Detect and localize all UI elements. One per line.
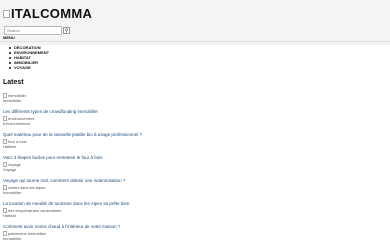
article-image-alt: four à bois (8, 138, 27, 144)
article-category[interactable]: Voyage (3, 167, 125, 172)
broken-image-icon (3, 207, 7, 213)
article-image-alt: environnement (8, 115, 35, 121)
broken-image-icon (3, 138, 7, 144)
article-image-alt: patrimoine immobilier (8, 230, 47, 236)
article-card: patrimoine immobilier Immobilier (3, 230, 46, 241)
broken-image-icon (3, 184, 7, 190)
article-category[interactable]: Immobilier (3, 190, 129, 195)
article-category[interactable]: Immobilier (3, 236, 46, 241)
article-category[interactable]: Environnement (3, 121, 142, 126)
article-title[interactable]: Voici 3 étapes faciles pour entretenir l… (3, 155, 103, 160)
article-image-alt: des températures caniculaires (8, 207, 62, 213)
menu-divider (0, 41, 390, 42)
article-card: des températures caniculaires Habitat Co… (3, 207, 120, 229)
search-button[interactable]: ⚲ (63, 27, 70, 34)
menu-toggle[interactable]: MENU (3, 35, 15, 40)
broken-image-icon (3, 9, 10, 18)
broken-image-icon (3, 92, 7, 98)
broken-image-icon (3, 115, 7, 121)
broken-image-icon (3, 161, 7, 167)
article-title[interactable]: Voyage qui tourne mal, comment obtenir u… (3, 178, 125, 183)
article-card: voyage Voyage Voyage qui tourne mal, com… (3, 161, 125, 183)
article-card: four à bois Habitat Voici 3 étapes facil… (3, 138, 103, 160)
search-form: ⚲ (4, 26, 70, 35)
article-category[interactable]: Immobilier (3, 98, 98, 103)
article-title[interactable]: Les différents types de crowdfunding imm… (3, 109, 98, 114)
article-category[interactable]: Habitat (3, 213, 120, 218)
article-card: environnement Environnement Quel matéria… (3, 115, 142, 137)
nav-item-voyage[interactable]: VOYAGE (9, 65, 49, 70)
menu-bar: MENU (0, 35, 390, 42)
search-input[interactable] (4, 26, 62, 35)
broken-image-icon (3, 230, 7, 236)
article-category[interactable]: Habitat (3, 144, 103, 149)
article-card: immobilier Immobilier Les différents typ… (3, 92, 98, 114)
article-card: chalet dans les alpes Immobilier La loca… (3, 184, 129, 206)
article-title[interactable]: Quel matériau pour de la vaisselle jetab… (3, 132, 142, 137)
site-logo[interactable]: ITALCOMMA (3, 6, 92, 21)
main-nav: DÉCORATION ENVIRONNEMENT HABITAT IMMOBIL… (9, 45, 49, 70)
section-heading: Latest (3, 79, 24, 86)
article-image-alt: immobilier (8, 92, 27, 98)
site-logo-text: ITALCOMMA (11, 6, 93, 21)
search-icon: ⚲ (64, 27, 69, 34)
article-title[interactable]: Comment avoir moins chaud à l'intérieur … (3, 224, 120, 229)
article-image-alt: voyage (8, 161, 21, 167)
article-image-alt: chalet dans les alpes (8, 184, 46, 190)
article-title[interactable]: La location de meublé de tourisme dans l… (3, 201, 129, 206)
